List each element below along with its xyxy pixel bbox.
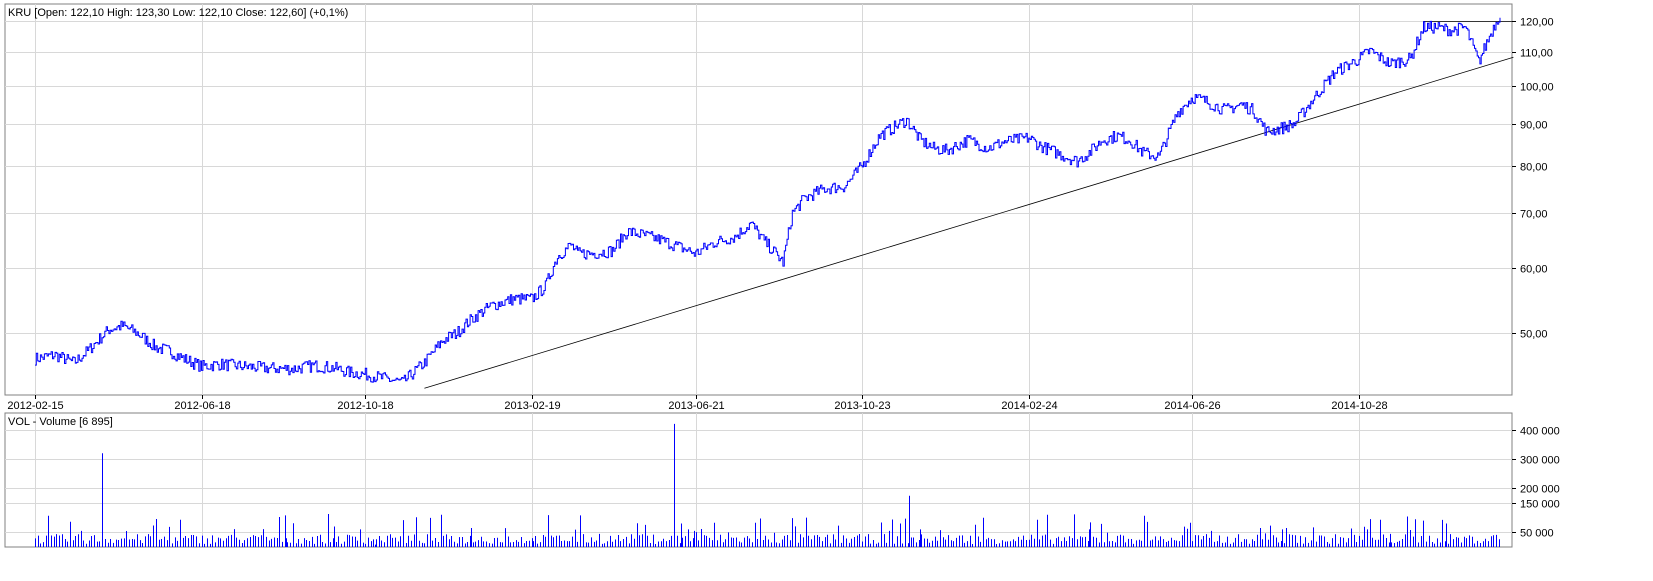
y-tick-label-0: 50,00 [1520,329,1548,341]
x-tick-label-5: 2013-10-23 [834,400,890,412]
volume-y-tick-label-3: 300 000 [1520,455,1560,467]
x-tick-label-1: 2012-06-18 [174,400,230,412]
volume-plot-frame [4,412,1513,548]
y-tick-label-3: 80,00 [1520,162,1548,174]
x-tick-label-7: 2014-06-26 [1164,400,1220,412]
x-tick-label-6: 2014-02-24 [1001,400,1057,412]
price-plot-frame [4,3,1513,396]
y-tick-label-6: 110,00 [1520,48,1553,60]
price-y-axis: 50,00 60,00 70,00 80,00 90,00 100,00 110,00 120… [1512,17,1554,341]
chart-svg: KRU [Open: 122,10 High: 123,30 Low: 122,… [4,3,1560,548]
y-tick-label-4: 90,00 [1520,120,1548,132]
x-tick-label-8: 2014-10-28 [1331,400,1387,412]
volume-y-tick-label-2: 200 000 [1520,484,1560,496]
volume-chart-title: VOL - Volume [6 895] [8,416,113,428]
chart-root: KRU [Open: 122,10 High: 123,30 Low: 122,… [0,0,1653,581]
y-tick-label-5: 100,00 [1520,82,1554,94]
volume-panel: VOL - Volume [6 895] 50 000 150 000 200 00… [4,412,1560,548]
volume-y-tick-label-0: 50 000 [1520,528,1554,540]
volume-y-tick-label-1: 150 000 [1520,499,1560,511]
price-chart-title: KRU [Open: 122,10 High: 123,30 Low: 122,… [8,7,348,19]
y-tick-label-1: 60,00 [1520,264,1548,276]
price-panel: KRU [Open: 122,10 High: 123,30 Low: 122,… [4,3,1554,412]
x-tick-label-0: 2012-02-15 [7,400,63,412]
x-tick-label-2: 2012-10-18 [337,400,393,412]
volume-y-axis: 50 000 150 000 200 000 300 000 400 000 [1512,426,1560,540]
price-x-axis: 2012-02-15 2012-06-18 2012-10-18 2013-02-19… [7,395,1388,412]
x-tick-label-4: 2013-06-21 [668,400,724,412]
y-tick-label-7: 120,00 [1520,17,1554,29]
x-tick-label-3: 2013-02-19 [504,400,560,412]
volume-y-tick-label-4: 400 000 [1520,426,1560,438]
y-tick-label-2: 70,00 [1520,209,1548,221]
